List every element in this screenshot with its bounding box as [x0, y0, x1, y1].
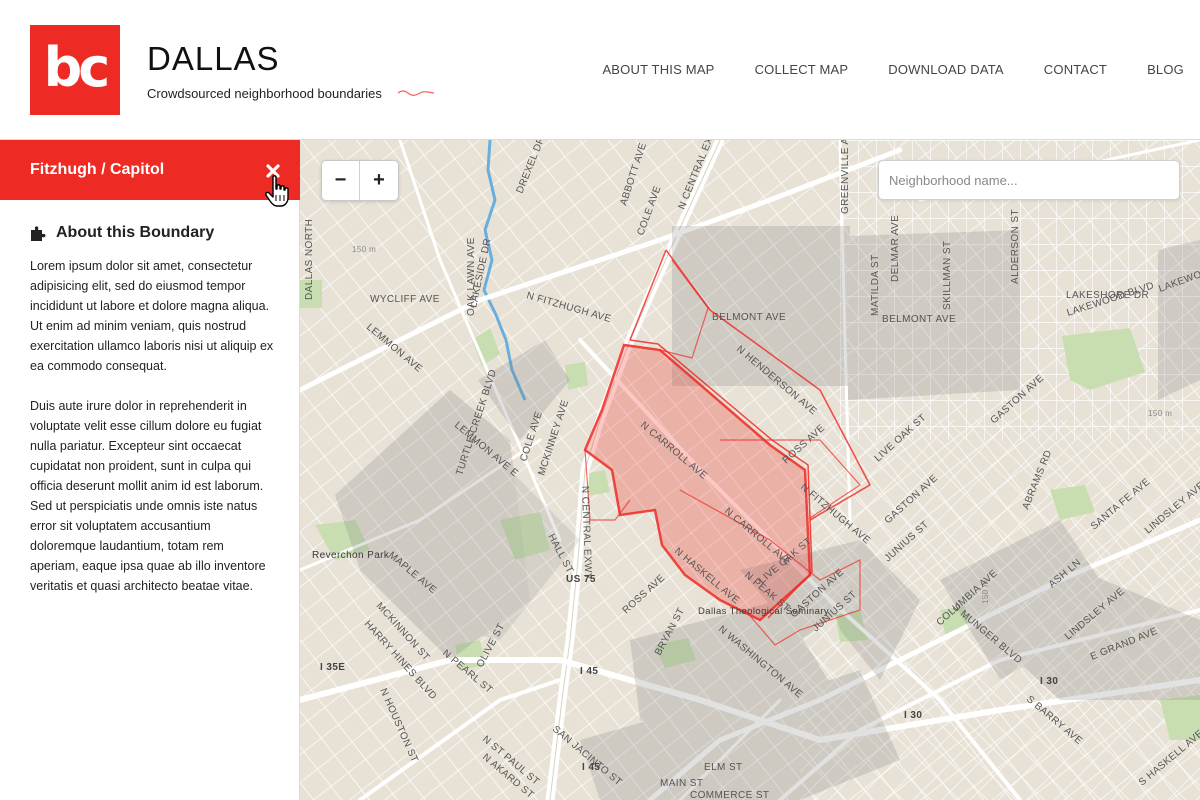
- label-i45: I 45: [580, 666, 598, 677]
- map-canvas[interactable]: DALLAS NORTH LAKESIDE DR DREXEL DR ABBOT…: [300, 140, 1200, 800]
- sidebar: Fitzhugh / Capitol About this Boundary L…: [0, 140, 300, 800]
- label-greenville: GREENVILLE AVE: [840, 140, 851, 214]
- about-paragraph-1: Lorem ipsum dolor sit amet, consectetur …: [30, 259, 274, 373]
- close-icon[interactable]: [262, 160, 284, 182]
- nav-about-this-map[interactable]: ABOUT THIS MAP: [602, 62, 714, 77]
- label-oak-lawn: OAK LAWN AVE: [466, 237, 477, 316]
- label-i30b: I 30: [904, 710, 922, 721]
- label-reverchon: Reverchon Park: [312, 550, 390, 561]
- about-section: About this Boundary Lorem ipsum dolor si…: [30, 222, 275, 596]
- about-title-row: About this Boundary: [30, 222, 275, 244]
- map-view[interactable]: DALLAS NORTH LAKESIDE DR DREXEL DR ABBOT…: [300, 140, 1200, 800]
- label-wycliff: WYCLIFF AVE: [370, 294, 440, 305]
- nav-contact[interactable]: CONTACT: [1044, 62, 1107, 77]
- label-alderson: ALDERSON ST: [1010, 209, 1021, 284]
- label-delmar: DELMAR AVE: [890, 215, 901, 282]
- logo-text: bc: [43, 36, 111, 99]
- zoom-control: − +: [321, 160, 399, 201]
- nav-collect-map[interactable]: COLLECT MAP: [755, 62, 849, 77]
- nav-blog[interactable]: BLOG: [1147, 62, 1184, 77]
- puzzle-piece-icon: [31, 226, 46, 241]
- zoom-in-button[interactable]: +: [360, 161, 398, 200]
- logo[interactable]: bc: [30, 25, 120, 115]
- boundary-name: Fitzhugh / Capitol: [30, 161, 165, 178]
- boundary-title-bar: Fitzhugh / Capitol: [0, 140, 300, 207]
- label-seminary: Dallas Theological Seminary: [698, 606, 829, 617]
- label-150m-a: 150 m: [352, 245, 376, 254]
- site-header: bc DALLAS Crowdsourced neighborhood boun…: [0, 0, 1200, 140]
- label-skillman: SKILLMAN ST: [942, 241, 953, 310]
- squiggle-line-icon: [397, 90, 435, 96]
- zoom-out-button[interactable]: −: [322, 161, 360, 200]
- about-paragraph-2: Duis aute irure dolor in reprehenderit i…: [30, 399, 266, 593]
- label-matilda: MATILDA ST: [870, 254, 881, 316]
- label-us75: US 75: [566, 574, 596, 585]
- label-belmont1: BELMONT AVE: [712, 312, 786, 323]
- label-i35e: I 35E: [320, 662, 345, 673]
- neighborhood-search-input[interactable]: [878, 160, 1180, 200]
- label-main: MAIN ST: [660, 778, 703, 789]
- label-belmont2: BELMONT AVE: [882, 314, 956, 325]
- site-subtitle: Crowdsourced neighborhood boundaries: [147, 86, 382, 101]
- label-150m-c: 150 m: [981, 580, 990, 604]
- main-nav: ABOUT THIS MAP COLLECT MAP DOWNLOAD DATA…: [562, 62, 1184, 77]
- label-dallas-north: DALLAS NORTH: [304, 219, 315, 300]
- label-commerce: COMMERCE ST: [690, 790, 769, 800]
- label-150m-b: 150 m: [1148, 409, 1172, 418]
- label-elm: ELM ST: [704, 762, 743, 773]
- about-title: About this Boundary: [56, 224, 215, 241]
- label-i30: I 30: [1040, 676, 1058, 687]
- nav-download-data[interactable]: DOWNLOAD DATA: [888, 62, 1004, 77]
- site-title: DALLAS: [147, 40, 280, 77]
